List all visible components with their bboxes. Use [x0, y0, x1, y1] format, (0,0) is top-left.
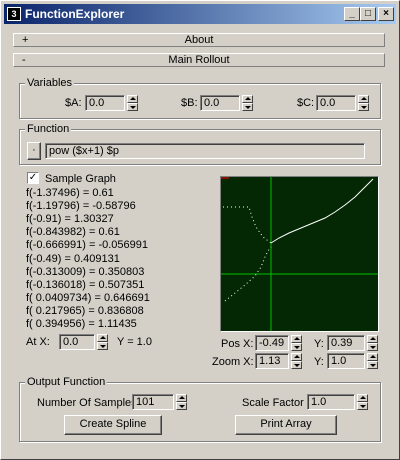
function-group-label: Function: [25, 123, 72, 135]
zoom-y-spinner[interactable]: [367, 353, 378, 369]
samples-label: Number Of Samples: [37, 397, 137, 409]
function-graph-svg: [221, 177, 378, 331]
sample-graph-label: Sample Graph: [45, 173, 116, 185]
var-b-field[interactable]: 0.0: [200, 95, 240, 111]
pos-y-spinner[interactable]: [367, 335, 378, 351]
sample-row: f(-1.37496) = 0.61: [26, 187, 114, 199]
create-spline-button[interactable]: Create Spline: [64, 415, 162, 435]
function-dropdown-button[interactable]: ·: [27, 142, 41, 160]
sample-row: f(-0.49) = 0.409131: [26, 252, 120, 265]
sample-row: f(-0.843982) = 0.61: [26, 226, 120, 239]
at-x-label: At X:: [26, 336, 50, 348]
scale-factor-label: Scale Factor: [242, 397, 304, 409]
sample-row: f(-0.666991) = -0.056991: [26, 239, 149, 252]
maximize-button[interactable]: □: [360, 7, 376, 21]
sample-graph-checkbox[interactable]: ✓: [27, 172, 39, 184]
var-b-label: $B:: [181, 97, 198, 109]
pos-x-label: Pos X:: [221, 338, 254, 350]
at-x-y-result: Y = 1.0: [117, 336, 152, 348]
zoom-x-label: Zoom X:: [212, 356, 254, 368]
rollout-about-label: About: [184, 34, 214, 46]
zoom-x-spinner[interactable]: [291, 353, 302, 369]
sample-row: f(-0.136018) = 0.507351: [26, 278, 145, 291]
sample-row: f(-0.91) = 1.30327: [26, 213, 114, 226]
graph-curve-branch: [223, 206, 272, 244]
scale-factor-spinner[interactable]: [357, 394, 368, 410]
zoom-x-field[interactable]: 1.13: [255, 353, 289, 369]
sample-row: f(-0.313009) = 0.350803: [26, 265, 145, 278]
samples-spinner[interactable]: [176, 394, 187, 410]
var-a-spinner[interactable]: [127, 95, 138, 111]
var-c-spinner[interactable]: [358, 95, 369, 111]
app-icon: 3: [7, 7, 21, 21]
var-c-label: $C:: [297, 97, 315, 109]
function-graph[interactable]: [220, 176, 379, 332]
sample-row: f( 0.394956) = 1.11435: [26, 318, 137, 330]
rollout-main-label: Main Rollout: [168, 54, 230, 66]
var-a-field[interactable]: 0.0: [85, 95, 125, 111]
sample-row: f(-1.19796) = -0.58796: [26, 200, 136, 213]
pos-y-field[interactable]: 0.39: [327, 335, 365, 351]
sample-row: f( 0.0409734) = 0.646691: [26, 291, 150, 304]
title-bar[interactable]: 3 FunctionExplorer _ □ ×: [4, 4, 396, 24]
output-group-label: Output Function: [25, 376, 108, 388]
function-expression-field[interactable]: pow ($x+1) $p: [45, 143, 365, 159]
pos-x-spinner[interactable]: [291, 335, 302, 351]
minimize-button[interactable]: _: [344, 7, 360, 21]
window-title: FunctionExplorer: [25, 7, 125, 21]
close-button[interactable]: ×: [378, 7, 394, 21]
pos-y-label: Y:: [314, 338, 324, 350]
at-x-field[interactable]: 0.0: [59, 334, 95, 350]
print-array-button[interactable]: Print Array: [235, 415, 337, 435]
var-a-label: $A:: [65, 97, 82, 109]
samples-field[interactable]: 101: [132, 394, 174, 410]
rollout-main[interactable]: - Main Rollout: [13, 53, 385, 67]
scale-factor-field[interactable]: 1.0: [307, 394, 355, 410]
pos-x-field[interactable]: -0.49: [255, 335, 289, 351]
at-x-spinner[interactable]: [97, 334, 108, 350]
var-b-spinner[interactable]: [242, 95, 253, 111]
graph-curve-positive: [270, 178, 374, 244]
zoom-y-label: Y:: [314, 356, 324, 368]
var-c-field[interactable]: 0.0: [316, 95, 356, 111]
zoom-y-field[interactable]: 1.0: [327, 353, 365, 369]
function-explorer-window: 3 FunctionExplorer _ □ × + About - Main …: [0, 0, 400, 460]
rollout-about[interactable]: + About: [13, 33, 385, 47]
variables-group-label: Variables: [25, 77, 75, 89]
sample-row: f( 0.217965) = 0.836808: [26, 304, 144, 317]
